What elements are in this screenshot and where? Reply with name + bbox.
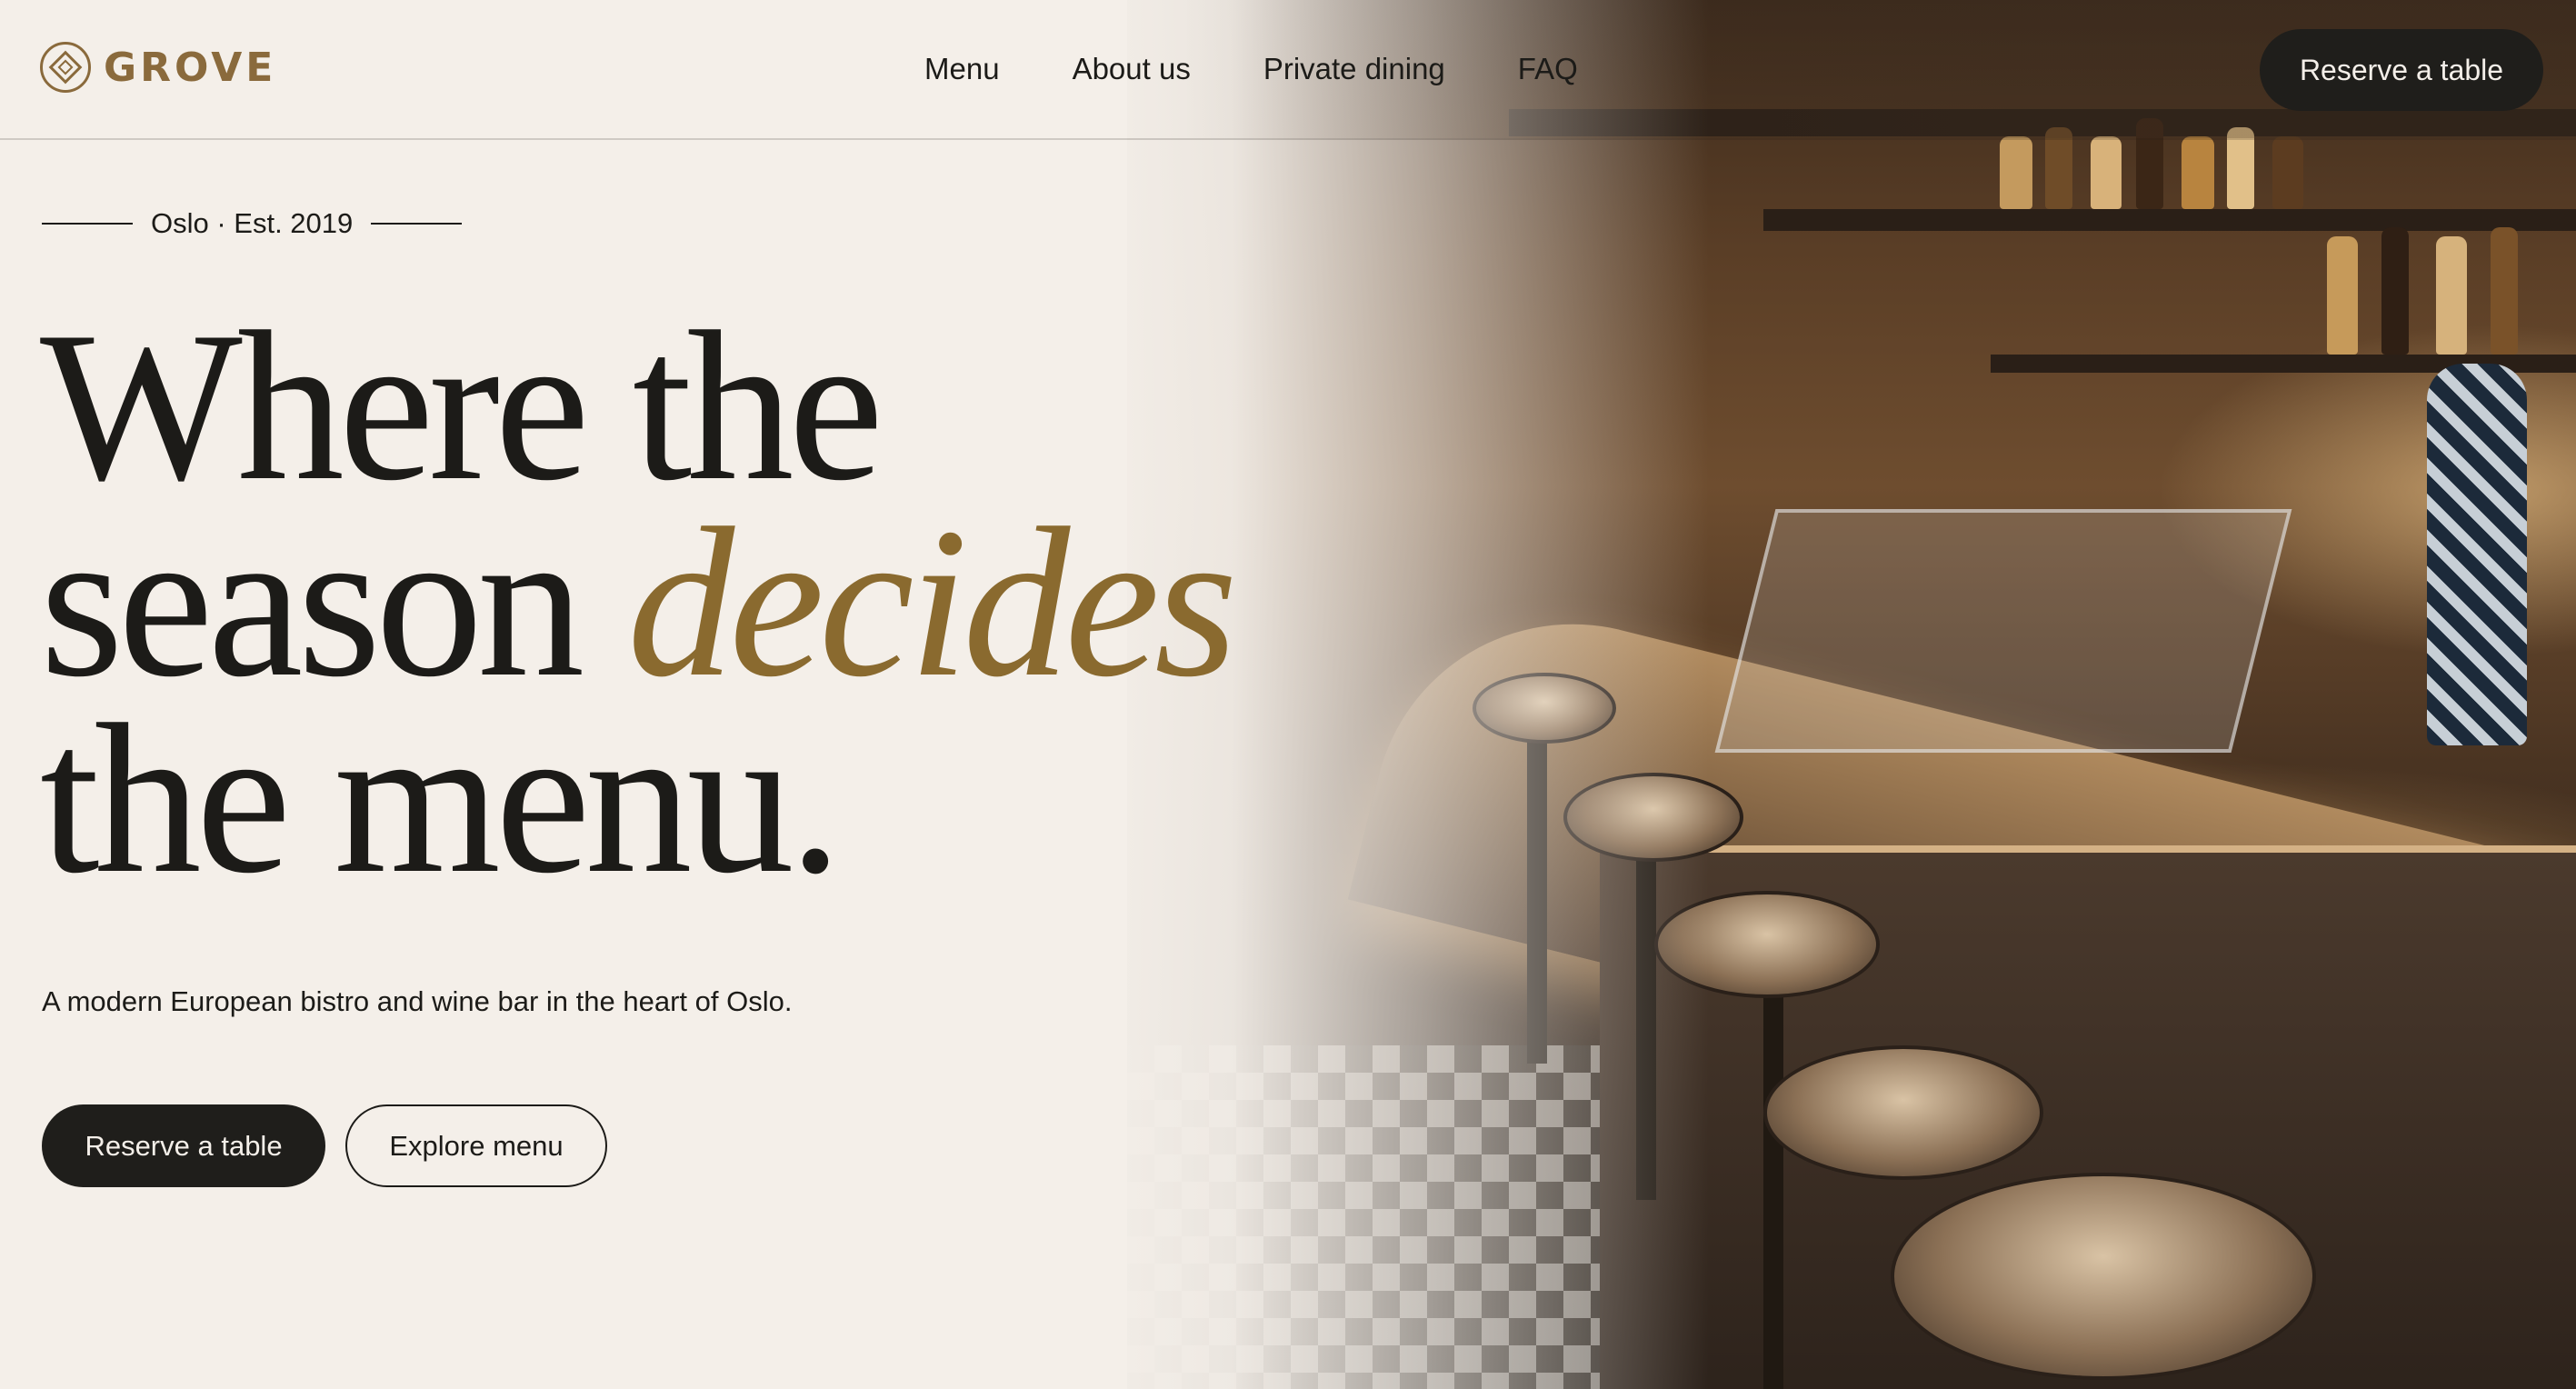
headline-line-1: Where the <box>40 288 884 525</box>
photo-bottle <box>2091 136 2122 209</box>
photo-bar-stool <box>1891 1173 2316 1380</box>
eyebrow-rule-left <box>42 223 133 225</box>
photo-bottle <box>2327 236 2358 355</box>
photo-bottle <box>2381 227 2409 355</box>
hero-headline: Where the season decides the menu. <box>40 288 1238 918</box>
photo-bar-stool <box>1763 1045 2043 1180</box>
photo-bottle <box>2491 227 2518 355</box>
hero-eyebrow: Oslo · Est. 2019 <box>42 207 463 240</box>
photo-bottle <box>2272 136 2303 209</box>
header-reserve-button[interactable]: Reserve a table <box>2260 29 2543 111</box>
nav-item-private-dining[interactable]: Private dining <box>1263 47 1445 91</box>
headline-line-2: season decides <box>40 496 1238 711</box>
photo-glass-display <box>1714 509 2292 753</box>
brand-name: GROVE <box>104 44 277 91</box>
site-header: GROVE Menu About us Private dining FAQ R… <box>0 0 2576 140</box>
explore-menu-button[interactable]: Explore menu <box>345 1104 607 1187</box>
eyebrow-text: Oslo · Est. 2019 <box>151 207 354 239</box>
photo-bottle <box>2182 136 2214 209</box>
photo-bottle <box>2436 236 2467 355</box>
photo-stool-leg <box>1763 954 1783 1389</box>
headline-line-3: the menu. <box>40 681 843 918</box>
nav-item-about-us[interactable]: About us <box>1073 47 1191 91</box>
hero-subtitle: A modern European bistro and wine bar in… <box>42 985 793 1017</box>
reserve-table-button[interactable]: Reserve a table <box>42 1104 325 1187</box>
photo-bottle <box>2000 136 2032 209</box>
nav-item-menu[interactable]: Menu <box>924 47 1000 91</box>
photo-shelf <box>1763 209 2576 231</box>
diamond-in-circle-icon <box>40 42 91 93</box>
brand-logo[interactable]: GROVE <box>40 42 276 93</box>
photo-beer-tap <box>2427 364 2527 745</box>
nav-item-faq[interactable]: FAQ <box>1518 47 1578 91</box>
eyebrow-rule-right <box>371 223 463 225</box>
main-nav: Menu About us Private dining FAQ <box>924 47 1578 91</box>
